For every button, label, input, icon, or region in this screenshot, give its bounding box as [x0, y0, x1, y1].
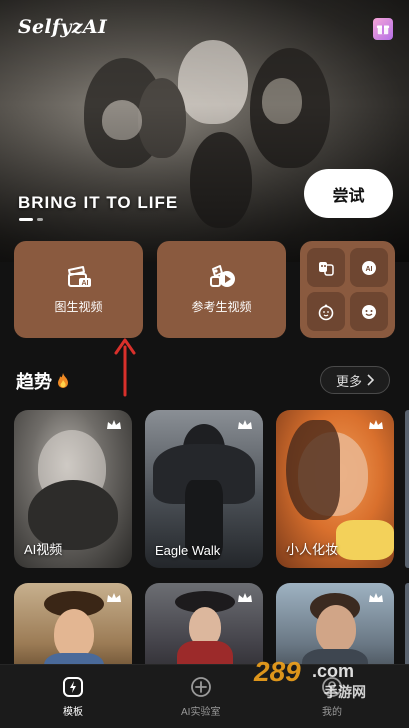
fire-icon: [58, 373, 68, 388]
hero-banner[interactable]: SelfyzAI BRING IT TO LIFE 尝试: [0, 0, 409, 262]
emoji-face-icon: [362, 304, 376, 319]
nav-item-ai-lab[interactable]: AI实验室: [181, 675, 220, 718]
crown-icon: [369, 593, 383, 602]
gift-icon[interactable]: [373, 18, 393, 40]
crown-icon: [369, 420, 383, 429]
nav-label-templates: 模板: [63, 707, 83, 718]
svg-text:289: 289: [253, 656, 301, 687]
reference-video-label: 参考生视频: [191, 300, 252, 314]
svg-text:手游网: 手游网: [324, 684, 366, 701]
more-button[interactable]: 更多: [320, 366, 390, 394]
crown-icon: [107, 420, 121, 429]
chevron-right-icon: [367, 374, 374, 386]
crown-icon: [238, 593, 252, 602]
reference-video-icon: [209, 265, 235, 287]
next-tile-peek: [405, 410, 409, 568]
crown-icon: [107, 593, 121, 602]
crown-icon: [238, 420, 252, 429]
hero-shade: [0, 0, 409, 262]
mini-tool-baby-face[interactable]: [307, 292, 345, 331]
app-logo: SelfyzAI: [18, 16, 108, 38]
mini-tools-grid: AI: [300, 241, 395, 338]
hero-tagline: BRING IT TO LIFE: [18, 193, 179, 212]
tile-figure: [54, 609, 94, 659]
mini-tool-face-swap[interactable]: [307, 248, 345, 287]
template-tile[interactable]: 小人化妆: [276, 410, 394, 568]
ai-lab-icon: [190, 677, 211, 697]
try-button[interactable]: 尝试: [304, 169, 393, 218]
template-tile[interactable]: AI视频: [14, 410, 132, 568]
svg-text:.com: .com: [312, 661, 354, 681]
mini-tool-ai-face[interactable]: AI: [350, 248, 388, 287]
annotation-arrow-icon: [114, 338, 136, 397]
nav-item-templates[interactable]: 模板: [61, 675, 85, 718]
template-caption: Eagle Walk: [155, 543, 221, 558]
nav-label-profile: 我的: [322, 707, 342, 718]
template-caption: AI视频: [24, 542, 63, 557]
image-to-video-label: 图生视频: [54, 300, 103, 314]
carousel-dot[interactable]: [37, 218, 43, 221]
site-watermark-logo: 289 .com 手游网: [253, 656, 366, 701]
carousel-dot-active[interactable]: [19, 218, 33, 221]
more-label: 更多: [335, 373, 362, 389]
tile-figure: [336, 520, 394, 560]
trending-title-text: 趋势: [16, 372, 52, 392]
ai-face-icon: AI: [362, 260, 376, 275]
template-caption: 小人化妆: [286, 542, 339, 557]
templates-icon: [63, 677, 83, 697]
image-ai-icon: AI: [67, 266, 91, 287]
reference-video-card[interactable]: 参考生视频: [157, 241, 286, 338]
image-to-video-card[interactable]: AI 图生视频: [14, 241, 143, 338]
tile-figure: [316, 605, 356, 653]
face-swap-icon: [319, 261, 334, 276]
nav-label-ai-lab: AI实验室: [181, 707, 221, 718]
mini-tool-emoji-face[interactable]: [350, 292, 388, 331]
baby-face-icon: [318, 304, 334, 320]
tile-figure: [286, 420, 340, 520]
svg-text:AI: AI: [366, 266, 373, 273]
carousel-indicator: [19, 218, 43, 221]
template-tile[interactable]: Eagle Walk: [145, 410, 263, 568]
trending-title: 趋势: [16, 368, 71, 394]
svg-text:AI: AI: [81, 280, 88, 287]
